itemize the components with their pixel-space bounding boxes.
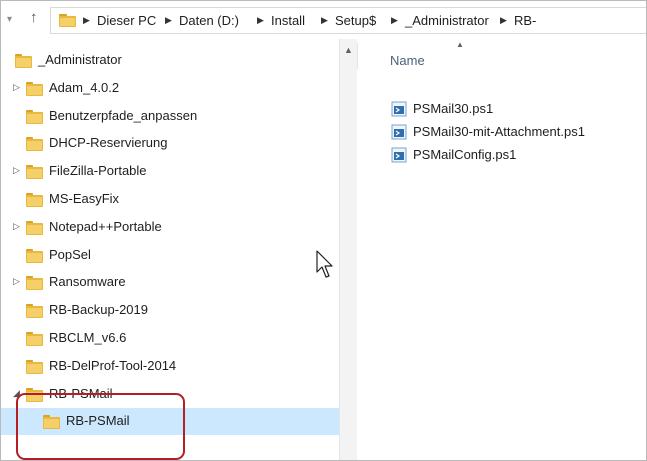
sort-ascending-icon: ▲ xyxy=(456,40,464,49)
tree-item-label: FileZilla-Portable xyxy=(49,163,147,179)
tree-item[interactable]: ▷ Ransomware xyxy=(1,269,339,296)
tree-scrollbar[interactable]: ▲ xyxy=(339,39,357,460)
scroll-up-icon[interactable]: ▲ xyxy=(344,45,353,55)
breadcrumb-separator-icon: ▶ xyxy=(257,15,264,25)
tree-item-label: RB-DelProf-Tool-2014 xyxy=(49,357,177,373)
file-row[interactable]: PSMail30.ps1 xyxy=(357,97,646,121)
breadcrumb-setup[interactable]: Setup$ xyxy=(335,13,376,28)
breadcrumb-separator-icon: ▶ xyxy=(391,15,398,25)
tree-item-label: Benutzerpfade_anpassen xyxy=(49,107,198,123)
tree-item-label: Adam_4.0.2 xyxy=(49,79,120,95)
file-name: PSMail30-mit-Attachment.ps1 xyxy=(413,124,585,139)
tree-item-label: MS-EasyFix xyxy=(49,191,120,206)
tree-item-label: RBCLM_v6.6 xyxy=(49,330,127,345)
address-bar[interactable]: ▶ Dieser PC ▶ Daten (D:) ▶ Install ▶ Set… xyxy=(50,7,646,34)
collapsed-chevron-icon[interactable]: ▷ xyxy=(13,82,20,93)
breadcrumb-separator-icon: ▶ xyxy=(500,15,507,25)
tree-item[interactable]: ▷ FileZilla-Portable xyxy=(1,158,339,185)
tree-item[interactable]: _Administrator xyxy=(1,47,339,74)
column-header-name[interactable]: ▲ Name xyxy=(357,39,646,71)
folder-icon xyxy=(26,248,43,263)
breadcrumb-daten-d[interactable]: Daten (D:) xyxy=(179,13,239,28)
tree-item[interactable]: RBCLM_v6.6 xyxy=(1,325,339,352)
breadcrumb-separator-icon: ▶ xyxy=(321,15,328,25)
tree-item-label: Notepad++Portable xyxy=(49,218,162,234)
powershell-script-icon xyxy=(391,101,407,117)
collapsed-chevron-icon[interactable]: ▷ xyxy=(13,165,20,176)
file-name: PSMail30.ps1 xyxy=(413,101,494,116)
file-row[interactable]: PSMail30-mit-Attachment.ps1 xyxy=(357,120,646,144)
tree-item-label: DHCP-Reservierung xyxy=(49,135,168,151)
tree-item-label: Ransomware xyxy=(49,274,126,290)
folder-icon xyxy=(59,14,76,27)
collapsed-chevron-icon[interactable]: ▷ xyxy=(13,276,20,287)
breadcrumb-separator-icon: ▶ xyxy=(83,15,90,25)
file-name: PSMailConfig.ps1 xyxy=(413,147,517,162)
tree-item[interactable]: ▷ Notepad++Portable xyxy=(1,214,339,241)
folder-icon xyxy=(26,276,43,291)
folder-icon xyxy=(26,165,43,180)
mouse-pointer-icon xyxy=(316,250,333,278)
tree-item[interactable]: RB-DelProf-Tool-2014 xyxy=(1,353,339,380)
breadcrumb-administrator[interactable]: _Administrator xyxy=(405,13,489,28)
folder-icon xyxy=(26,109,43,124)
folder-icon xyxy=(15,54,32,68)
folder-icon xyxy=(26,220,43,235)
file-list-pane: ▲ Name PSMail30.ps1 PSMail30-mit-Attachme… xyxy=(357,39,646,460)
folder-icon xyxy=(26,359,43,374)
breadcrumb-dieser-pc[interactable]: Dieser PC xyxy=(97,13,156,28)
breadcrumb-separator-icon: ▶ xyxy=(165,15,172,25)
explorer-window: ▾ ↑ ▶ Dieser PC ▶ Daten (D:) ▶ Install ▶… xyxy=(0,0,647,461)
file-row[interactable]: PSMailConfig.ps1 xyxy=(357,143,646,167)
tree-item[interactable]: DHCP-Reservierung xyxy=(1,130,339,157)
tree-item-label: _Administrator xyxy=(38,52,122,67)
folder-icon xyxy=(26,81,43,96)
column-name-label: Name xyxy=(390,53,425,68)
tree-item[interactable]: RB-Backup-2019 xyxy=(1,297,339,324)
tree-item-label: RB-Backup-2019 xyxy=(49,302,148,318)
folder-icon xyxy=(26,137,43,152)
tree-item[interactable]: MS-EasyFix xyxy=(1,186,339,213)
powershell-script-icon xyxy=(391,124,407,140)
recent-locations-dropdown-icon[interactable]: ▾ xyxy=(7,14,12,25)
breadcrumb-rb[interactable]: RB- xyxy=(514,13,536,28)
highlight-annotation xyxy=(16,393,185,460)
column-divider xyxy=(357,43,358,69)
navigation-bar: ▾ ↑ ▶ Dieser PC ▶ Daten (D:) ▶ Install ▶… xyxy=(1,1,646,39)
tree-item[interactable]: ▷ Adam_4.0.2 xyxy=(1,75,339,102)
up-arrow-icon[interactable]: ↑ xyxy=(30,9,38,26)
breadcrumb-install[interactable]: Install xyxy=(271,13,305,28)
tree-item[interactable]: PopSel xyxy=(1,242,339,269)
tree-item-label: PopSel xyxy=(49,246,91,262)
powershell-script-icon xyxy=(391,147,407,163)
tree-item[interactable]: Benutzerpfade_anpassen xyxy=(1,103,339,130)
collapsed-chevron-icon[interactable]: ▷ xyxy=(13,221,20,232)
folder-icon xyxy=(26,304,43,319)
folder-icon xyxy=(26,332,43,346)
folder-icon xyxy=(26,193,43,207)
